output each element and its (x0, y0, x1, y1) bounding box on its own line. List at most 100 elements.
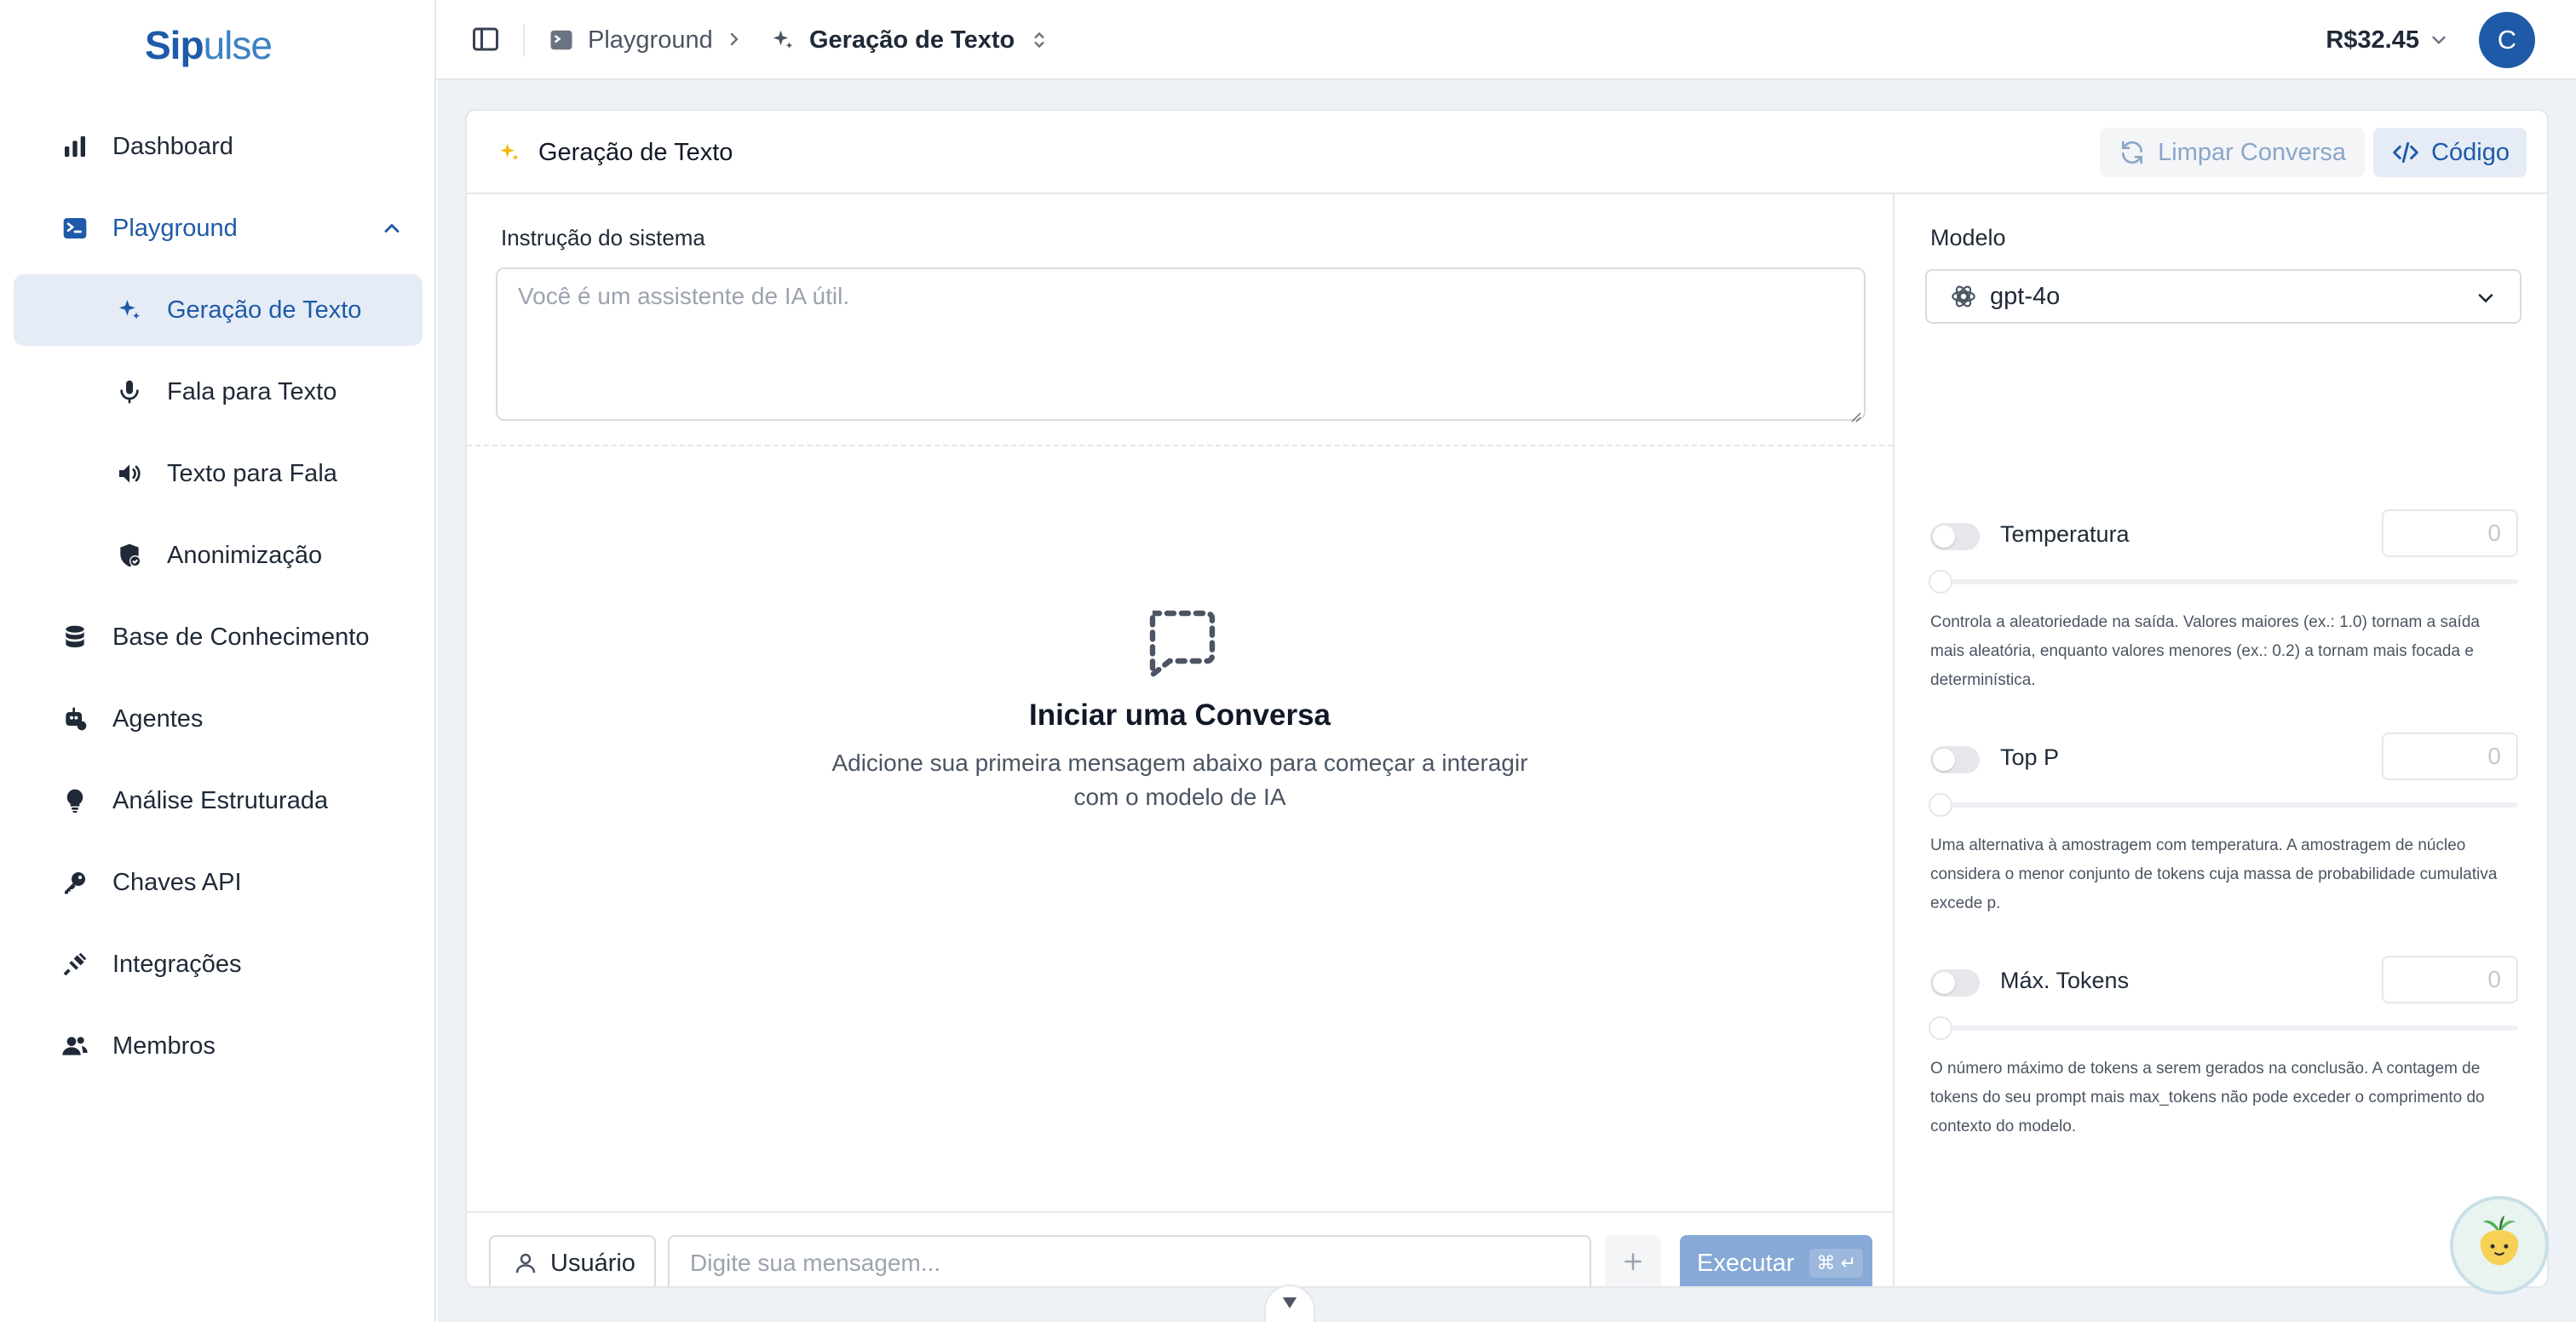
robot-icon (60, 704, 90, 734)
sidebar-item-label: Geração de Texto (167, 296, 362, 324)
sidebar-item-fala-para-texto[interactable]: Fala para Texto (14, 356, 423, 428)
openai-icon (1949, 282, 1978, 311)
assistant-mascot-button[interactable] (2450, 1196, 2549, 1295)
chevron-down-icon (2474, 286, 2498, 310)
plus-icon (1620, 1249, 1646, 1279)
breadcrumb-playground[interactable]: Playground (549, 0, 713, 80)
sidebar-item-label: Fala para Texto (167, 377, 337, 405)
sparkles-icon (497, 141, 521, 164)
top-bar: Playground Geração de Texto R$32.45 C (436, 0, 2576, 80)
breadcrumb-current-page[interactable]: Geração de Texto (770, 0, 1050, 80)
sidebar-item-base-de-conhecimento[interactable]: Base de Conhecimento (14, 601, 423, 673)
top-p-toggle[interactable] (1930, 746, 1980, 773)
role-label: Usuário (550, 1249, 635, 1277)
sparkles-icon (114, 295, 145, 325)
system-instruction-placeholder: Você é um assistente de IA útil. (518, 283, 850, 309)
sidebar-item-analise-estruturada[interactable]: Análise Estruturada (14, 765, 423, 836)
run-button[interactable]: Executar ⌘ ↵ (1680, 1235, 1872, 1286)
sidebar-item-playground[interactable]: Playground (14, 193, 423, 264)
speaker-icon (114, 458, 145, 489)
code-icon (2390, 139, 2421, 166)
max-tokens-toggle[interactable] (1930, 969, 1980, 997)
resize-handle-icon[interactable] (1847, 402, 1862, 422)
divider (467, 445, 1893, 446)
max-tokens-slider[interactable] (1930, 1026, 2518, 1031)
chevron-down-icon (2428, 29, 2450, 51)
key-icon (60, 867, 90, 898)
terminal-icon (549, 27, 574, 53)
logo-text-part2: ulse (203, 23, 273, 67)
chevron-down-icon (1278, 1290, 1302, 1319)
top-p-slider[interactable] (1930, 802, 2518, 808)
role-selector-button[interactable]: Usuário (489, 1235, 656, 1286)
settings-panel: Modelo gpt-4o Temperatura 0 Controla a a… (1896, 194, 2547, 1286)
clear-conversation-button[interactable]: Limpar Conversa (2100, 128, 2365, 177)
sidebar-item-geracao-de-texto[interactable]: Geração de Texto (14, 274, 423, 346)
sidebar-item-anonimizacao[interactable]: Anonimização (14, 520, 423, 591)
sidebar-item-label: Chaves API (112, 868, 242, 896)
chevron-up-down-icon (1028, 29, 1050, 51)
add-message-button[interactable] (1605, 1235, 1661, 1286)
toggle-knob (1933, 972, 1955, 994)
message-input-placeholder: Digite sua mensagem... (690, 1250, 941, 1276)
sidebar-item-texto-para-fala[interactable]: Texto para Fala (14, 438, 423, 509)
temperature-toggle[interactable] (1930, 523, 1980, 550)
sidebar-item-label: Texto para Fala (167, 459, 337, 487)
system-instruction-textarea[interactable]: Você é um assistente de IA útil. (496, 267, 1866, 422)
sidebar-item-label: Integrações (112, 950, 242, 978)
card-title-label: Geração de Texto (538, 138, 733, 166)
max-tokens-input[interactable]: 0 (2382, 956, 2518, 1003)
top-p-input[interactable]: 0 (2382, 733, 2518, 780)
lightbulb-icon (60, 785, 90, 816)
toggle-knob (1933, 526, 1955, 548)
balance-value: R$32.45 (2326, 26, 2419, 54)
param-description: Uma alternativa à amostragem com tempera… (1930, 836, 2498, 912)
sidebar-item-label: Dashboard (112, 132, 233, 160)
param-label: Máx. Tokens (2000, 968, 2130, 993)
sidebar-item-label: Anonimização (167, 541, 323, 569)
chat-panel: Instrução do sistema Você é um assistent… (467, 194, 1895, 1286)
card-header: Geração de Texto Limpar Conversa Código (467, 111, 2547, 194)
shortcut-hint: ⌘ ↵ (1809, 1249, 1863, 1278)
user-avatar[interactable]: C (2479, 12, 2535, 68)
sidebar-toggle-icon[interactable] (470, 24, 501, 55)
chevron-up-icon[interactable] (380, 216, 404, 240)
sidebar: Sip ulse Dashboard Playground Geração de … (0, 0, 436, 1322)
sidebar-item-integracoes[interactable]: Integrações (14, 928, 423, 1000)
card-title: Geração de Texto (497, 111, 733, 194)
code-button[interactable]: Código (2373, 128, 2527, 177)
balance-dropdown[interactable]: R$32.45 (2326, 0, 2450, 80)
param-label: Temperatura (2000, 521, 2130, 547)
shield-check-icon (114, 540, 145, 571)
terminal-icon (60, 213, 90, 244)
playground-card: Geração de Texto Limpar Conversa Código … (465, 109, 2549, 1288)
sidebar-item-agentes[interactable]: Agentes (14, 683, 423, 755)
temperature-slider[interactable] (1930, 579, 2518, 584)
model-value: gpt-4o (1990, 282, 2061, 310)
sidebar-item-membros[interactable]: Membros (14, 1010, 423, 1082)
users-icon (60, 1031, 90, 1061)
breadcrumb-label: Playground (588, 26, 713, 54)
slider-handle[interactable] (1929, 570, 1952, 594)
empty-state-title: Iniciar uma Conversa (1028, 698, 1331, 732)
message-input[interactable]: Digite sua mensagem... (668, 1235, 1591, 1286)
message-composer: Usuário Digite sua mensagem... Executar … (467, 1211, 1895, 1286)
sidebar-item-dashboard[interactable]: Dashboard (14, 111, 423, 182)
sidebar-item-label: Agentes (112, 704, 204, 733)
slider-handle[interactable] (1929, 793, 1952, 817)
sipulse-logo[interactable]: Sip ulse (145, 15, 273, 75)
model-select[interactable]: gpt-4o (1925, 269, 2521, 324)
sidebar-item-label: Playground (112, 214, 238, 242)
sidebar-item-chaves-api[interactable]: Chaves API (14, 847, 423, 918)
divider (523, 24, 525, 56)
toggle-knob (1933, 749, 1955, 771)
code-label: Código (2431, 138, 2510, 166)
mascot-icon (2467, 1211, 2532, 1280)
logo-text-part1: Sip (145, 23, 204, 67)
slider-handle[interactable] (1929, 1016, 1952, 1040)
breadcrumb-label: Geração de Texto (809, 26, 1015, 54)
param-description: Controla a aleatoriedade na saída. Valor… (1930, 613, 2480, 689)
temperature-input[interactable]: 0 (2382, 509, 2518, 557)
sidebar-item-label: Análise Estruturada (112, 786, 329, 814)
sidebar-nav: Dashboard Playground Geração de Texto Fa… (14, 111, 423, 1092)
